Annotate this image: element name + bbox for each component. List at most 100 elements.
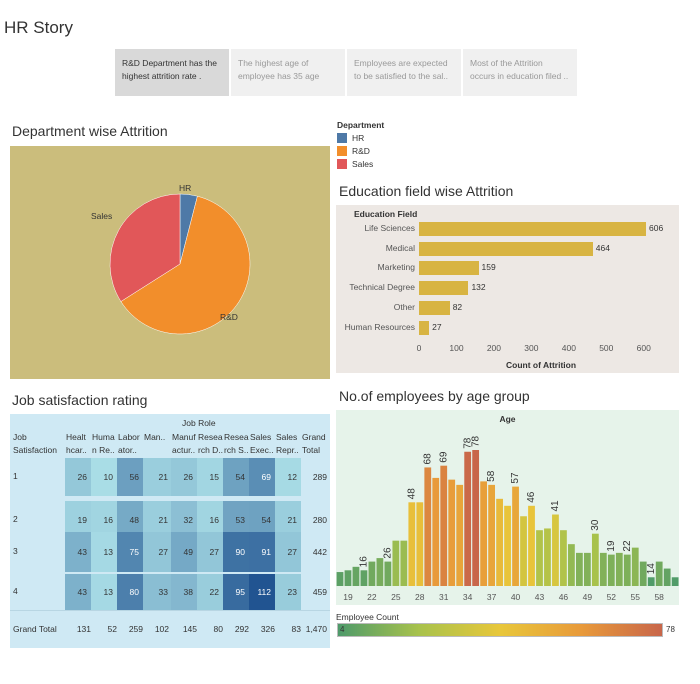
age-bar[interactable]: [599, 552, 607, 586]
age-bar[interactable]: [655, 561, 663, 586]
age-bar-label: 41: [550, 500, 561, 512]
job-cell[interactable]: 33: [143, 574, 172, 610]
age-bar[interactable]: [448, 479, 456, 586]
story-point-2[interactable]: The highest age of employee has 35 age: [231, 49, 345, 96]
age-bar[interactable]: [400, 540, 408, 586]
age-bar[interactable]: [512, 486, 519, 586]
age-bar[interactable]: [344, 570, 352, 586]
job-cell[interactable]: 26: [65, 458, 91, 496]
age-bar[interactable]: [488, 484, 495, 586]
age-bar[interactable]: [552, 514, 559, 586]
job-cell[interactable]: 112: [249, 574, 275, 610]
job-cell[interactable]: 13: [91, 574, 117, 610]
job-cell[interactable]: 27: [275, 532, 301, 572]
job-cell[interactable]: 27: [197, 532, 223, 572]
age-bar[interactable]: [424, 467, 432, 586]
age-bar[interactable]: [440, 465, 448, 586]
education-row[interactable]: Human Resources 27: [336, 320, 679, 336]
job-cell[interactable]: 15: [197, 458, 223, 496]
legend-item-hr[interactable]: HR: [337, 133, 384, 143]
job-cell[interactable]: 12: [275, 458, 301, 496]
age-bar[interactable]: [536, 530, 543, 586]
legend-item-rd[interactable]: R&D: [337, 146, 384, 156]
legend-item-sales[interactable]: Sales: [337, 159, 384, 169]
job-cell[interactable]: 95: [223, 574, 249, 610]
education-row[interactable]: Medical 464: [336, 241, 679, 257]
age-bar[interactable]: [368, 561, 376, 586]
age-bar[interactable]: [623, 554, 631, 586]
education-value-label: 606: [649, 223, 664, 233]
age-bar[interactable]: [576, 552, 583, 586]
age-bar[interactable]: [544, 528, 551, 586]
age-bar[interactable]: [392, 540, 400, 586]
age-axis-tick: 55: [631, 592, 641, 602]
age-bar-label: 22: [622, 540, 633, 552]
age-bar[interactable]: [480, 481, 488, 586]
age-bar[interactable]: [591, 533, 599, 586]
job-cell[interactable]: 22: [197, 574, 223, 610]
age-bar[interactable]: [456, 484, 464, 586]
education-bar[interactable]: [419, 281, 469, 296]
education-row[interactable]: Technical Degree 132: [336, 280, 679, 296]
age-bar[interactable]: [376, 558, 384, 586]
job-row-label: 1: [13, 471, 18, 481]
job-cell[interactable]: 38: [171, 574, 197, 610]
job-cell[interactable]: 90: [223, 532, 249, 572]
job-cell[interactable]: 10: [91, 458, 117, 496]
age-bar[interactable]: [583, 552, 591, 586]
education-bar-chart[interactable]: Education Field Count of Attrition Life …: [336, 205, 679, 373]
job-cell[interactable]: 13: [91, 532, 117, 572]
age-bar[interactable]: [631, 547, 639, 586]
age-bar[interactable]: [432, 477, 440, 586]
job-cell[interactable]: 56: [117, 458, 143, 496]
job-row-total: 442: [312, 547, 327, 557]
age-bar[interactable]: [663, 568, 671, 586]
age-bar[interactable]: [352, 566, 360, 586]
age-bar[interactable]: [496, 498, 503, 586]
job-cell[interactable]: 80: [117, 574, 143, 610]
job-cell[interactable]: 27: [143, 532, 172, 572]
job-cell[interactable]: 26: [171, 458, 197, 496]
job-cell[interactable]: 69: [249, 458, 275, 496]
age-bar[interactable]: [336, 572, 344, 586]
age-bar[interactable]: [504, 505, 511, 586]
education-row[interactable]: Marketing 159: [336, 260, 679, 276]
education-row[interactable]: Life Sciences 606: [336, 221, 679, 237]
age-histogram[interactable]: 16 26 48 68 69 78 78 58 57 46 41 30 19 22 14 19 22 25 28 31…: [336, 410, 679, 605]
age-bar[interactable]: [568, 544, 575, 586]
age-bar[interactable]: [615, 552, 623, 586]
age-bar[interactable]: [520, 516, 527, 586]
age-bar[interactable]: [464, 451, 472, 586]
education-bar[interactable]: [419, 261, 479, 276]
age-bar[interactable]: [416, 502, 424, 586]
age-bar[interactable]: [528, 505, 535, 586]
job-cell[interactable]: 43: [65, 532, 91, 572]
department-pie-chart[interactable]: HR R&D Sales: [10, 146, 330, 379]
age-bar[interactable]: [560, 530, 567, 586]
job-cell[interactable]: 54: [223, 458, 249, 496]
age-bar[interactable]: [472, 450, 480, 586]
story-point-4[interactable]: Most of the Attrition occurs in educatio…: [463, 49, 577, 96]
age-bar[interactable]: [647, 577, 655, 586]
education-bar[interactable]: [419, 241, 593, 256]
education-row[interactable]: Other 82: [336, 300, 679, 316]
age-bar[interactable]: [671, 577, 679, 586]
grand-total-cell: 145: [182, 624, 197, 634]
job-cell[interactable]: 75: [117, 532, 143, 572]
age-bar[interactable]: [360, 570, 368, 586]
story-point-3[interactable]: Employees are expected to be satisfied t…: [347, 49, 461, 96]
job-cell[interactable]: 21: [143, 458, 172, 496]
age-bar[interactable]: [607, 554, 615, 586]
job-cell[interactable]: 91: [249, 532, 275, 572]
grand-total-cell: 292: [234, 624, 249, 634]
age-bar-label: 19: [606, 540, 617, 552]
story-point-1[interactable]: R&D Department has the highest attrition…: [115, 49, 229, 96]
education-bar[interactable]: [419, 300, 450, 315]
education-bar[interactable]: [419, 222, 646, 236]
age-bar[interactable]: [384, 561, 392, 586]
education-bar[interactable]: [419, 320, 430, 335]
job-cell[interactable]: 43: [65, 574, 91, 610]
job-cell[interactable]: 23: [275, 574, 301, 610]
age-bar[interactable]: [408, 502, 416, 586]
job-cell[interactable]: 49: [171, 532, 197, 572]
